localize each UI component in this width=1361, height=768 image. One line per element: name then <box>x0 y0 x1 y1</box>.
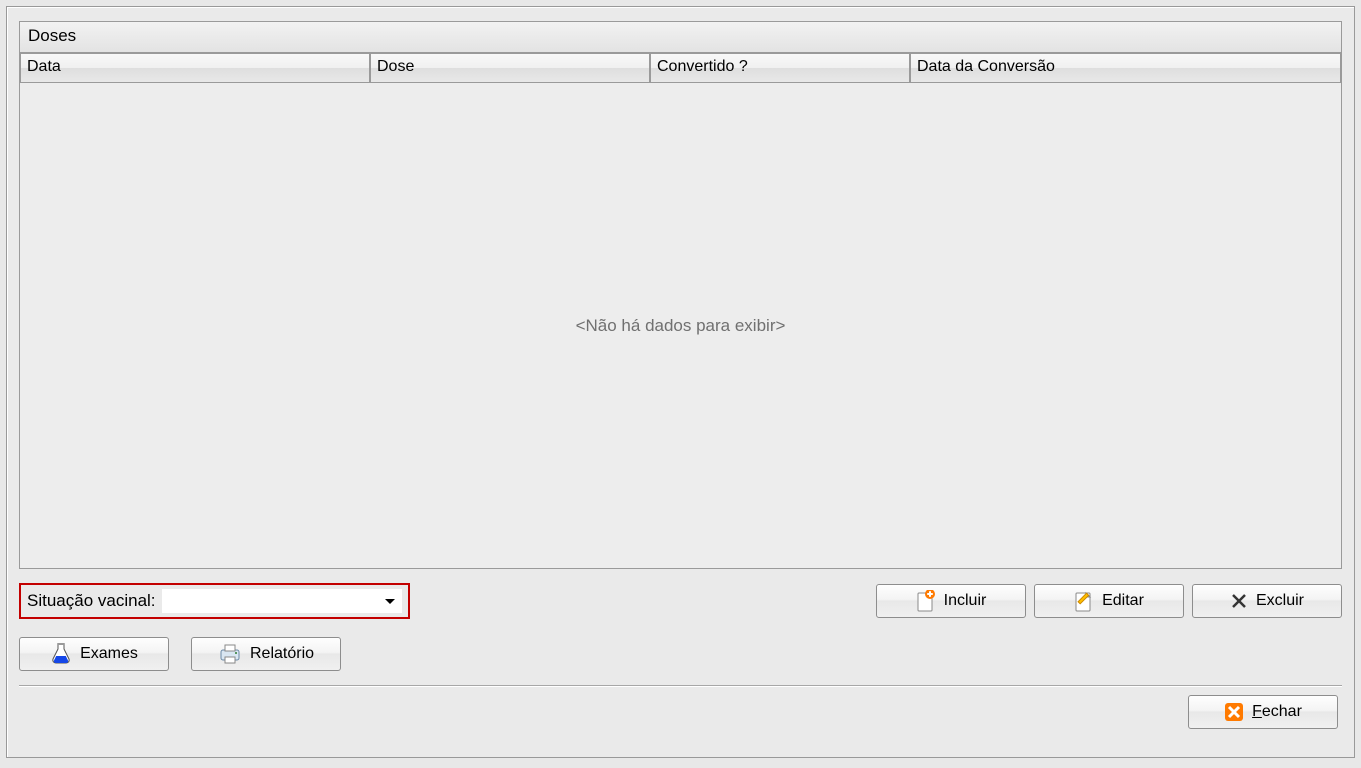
situacao-combo[interactable] <box>162 589 402 613</box>
edit-page-icon <box>1074 590 1094 612</box>
col-convertido[interactable]: Convertido ? <box>650 53 910 83</box>
flask-icon <box>50 642 72 666</box>
exames-label: Exames <box>80 645 138 663</box>
relatorio-button[interactable]: Relatório <box>191 637 341 671</box>
fechar-button[interactable]: Fechar <box>1188 695 1338 729</box>
chevron-down-icon <box>385 599 395 604</box>
doses-grid-header-row: Data Dose Convertido ? Data da Conversão <box>20 53 1341 83</box>
new-page-plus-icon <box>916 590 936 612</box>
relatorio-label: Relatório <box>250 645 314 663</box>
main-window: Doses Data Dose Convertido ? Data da Con… <box>6 6 1355 758</box>
empty-text: <Não há dados para exibir> <box>576 316 786 336</box>
doses-group: Doses Data Dose Convertido ? Data da Con… <box>19 21 1342 569</box>
excluir-label: Excluir <box>1256 592 1304 610</box>
controls-row-1: Situação vacinal: Incluir <box>19 583 1342 619</box>
col-dose[interactable]: Dose <box>370 53 650 83</box>
controls-row-2: Exames Relatório <box>19 637 1342 671</box>
situacao-label: Situação vacinal: <box>27 591 156 611</box>
top-panel: Doses Data Dose Convertido ? Data da Con… <box>19 21 1342 671</box>
close-square-icon <box>1224 702 1244 722</box>
situacao-highlight: Situação vacinal: <box>19 583 410 619</box>
incluir-button[interactable]: Incluir <box>876 584 1026 618</box>
editar-button[interactable]: Editar <box>1034 584 1184 618</box>
fechar-label: Fechar <box>1252 703 1302 721</box>
group-title: Doses <box>20 22 1341 53</box>
col-data[interactable]: Data <box>20 53 370 83</box>
printer-icon <box>218 643 242 665</box>
editar-label: Editar <box>1102 592 1144 610</box>
close-icon <box>1230 592 1248 610</box>
bottom-row: Fechar <box>19 687 1342 729</box>
exames-button[interactable]: Exames <box>19 637 169 671</box>
grid-empty-area: <Não há dados para exibir> <box>20 83 1341 568</box>
col-data-conversao[interactable]: Data da Conversão <box>910 53 1341 83</box>
excluir-button[interactable]: Excluir <box>1192 584 1342 618</box>
incluir-label: Incluir <box>944 592 987 610</box>
